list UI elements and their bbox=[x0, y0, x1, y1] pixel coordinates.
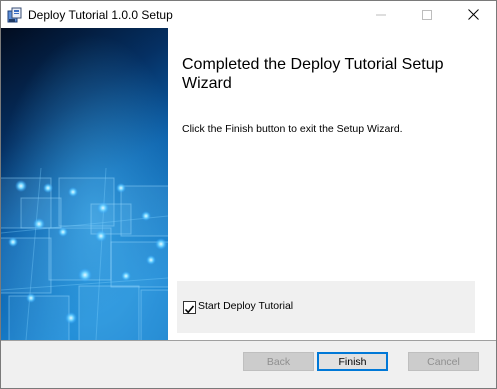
minimize-button[interactable] bbox=[358, 1, 404, 31]
setup-window: Deploy Tutorial 1.0.0 Setup Completed th… bbox=[0, 0, 497, 389]
title-bar[interactable]: Deploy Tutorial 1.0.0 Setup bbox=[1, 1, 496, 31]
wizard-banner-image bbox=[1, 28, 168, 340]
cancel-button[interactable]: Cancel bbox=[408, 352, 479, 371]
minimize-icon bbox=[376, 7, 386, 25]
back-button[interactable]: Back bbox=[243, 352, 314, 371]
maximize-button[interactable] bbox=[404, 1, 450, 31]
page-title: Completed the Deploy Tutorial Setup Wiza… bbox=[182, 56, 444, 92]
maximize-icon bbox=[422, 7, 432, 25]
page-description: Click the Finish button to exit the Setu… bbox=[182, 123, 403, 135]
close-button[interactable] bbox=[450, 1, 496, 31]
window-title: Deploy Tutorial 1.0.0 Setup bbox=[28, 8, 173, 22]
checkmark-icon bbox=[184, 305, 195, 314]
wizard-content: Completed the Deploy Tutorial Setup Wiza… bbox=[1, 28, 496, 340]
installer-icon bbox=[7, 7, 23, 24]
finish-button[interactable]: Finish bbox=[317, 352, 388, 371]
launch-option-panel: Start Deploy Tutorial bbox=[177, 281, 475, 333]
launch-checkbox[interactable] bbox=[183, 301, 196, 314]
launch-checkbox-label[interactable]: Start Deploy Tutorial bbox=[198, 300, 293, 312]
footer-divider bbox=[1, 340, 496, 341]
close-icon bbox=[467, 7, 479, 25]
